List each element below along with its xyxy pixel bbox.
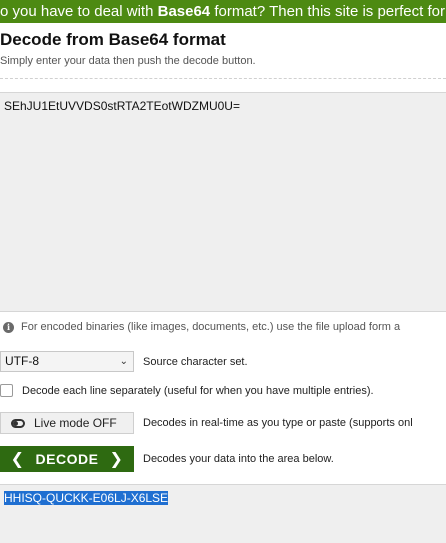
decode-row: ❮ DECODE ❯ Decodes your data into the ar… [0, 446, 334, 472]
decode-description: Decodes your data into the area below. [143, 453, 334, 465]
live-mode-description: Decodes in real-time as you type or past… [143, 417, 413, 429]
decode-lines-checkbox[interactable] [0, 384, 13, 397]
input-text: SEhJU1EtUVVDS0stRTA2TEotWDZMU0U= [4, 99, 240, 113]
input-textarea[interactable]: SEhJU1EtUVVDS0stRTA2TEotWDZMU0U= [0, 92, 446, 312]
page-title: Decode from Base64 format [0, 30, 226, 49]
file-upload-info: i For encoded binaries (like images, doc… [3, 321, 400, 333]
charset-select[interactable]: UTF-8 ⌄ [0, 351, 134, 372]
page-subtitle: Simply enter your data then push the dec… [0, 55, 256, 67]
info-text: For encoded binaries (like images, docum… [21, 321, 401, 333]
banner-text-pre: o you have to deal with [0, 3, 158, 20]
charset-row: UTF-8 ⌄ Source character set. [0, 351, 248, 372]
output-text: HHISQ-QUCKK-E06LJ-X6LSE [4, 491, 169, 505]
decode-lines-row: Decode each line separately (useful for … [0, 384, 374, 397]
output-textarea[interactable]: HHISQ-QUCKK-E06LJ-X6LSE [0, 484, 446, 543]
site-banner: o you have to deal with Base64 format? T… [0, 0, 446, 23]
divider [0, 78, 446, 79]
banner-text-bold: Base64 [157, 3, 211, 20]
chevron-right-icon: ❯ [109, 451, 124, 468]
chevron-left-icon: ❮ [10, 451, 25, 468]
live-mode-label: Live mode OFF [34, 416, 117, 430]
live-mode-row: Live mode OFF Decodes in real-time as yo… [0, 412, 413, 434]
live-mode-button[interactable]: Live mode OFF [0, 412, 134, 434]
toggle-icon [11, 418, 25, 428]
decode-button-label: DECODE [35, 451, 99, 467]
charset-label: Source character set. [143, 355, 248, 368]
decode-button[interactable]: ❮ DECODE ❯ [0, 446, 134, 472]
chevron-down-icon: ⌄ [119, 356, 128, 367]
info-icon: i [3, 321, 14, 333]
banner-text-post: format? Then this site is perfect for yo… [214, 3, 446, 20]
charset-selected-value: UTF-8 [5, 354, 39, 368]
decode-lines-label[interactable]: Decode each line separately (useful for … [22, 385, 374, 397]
